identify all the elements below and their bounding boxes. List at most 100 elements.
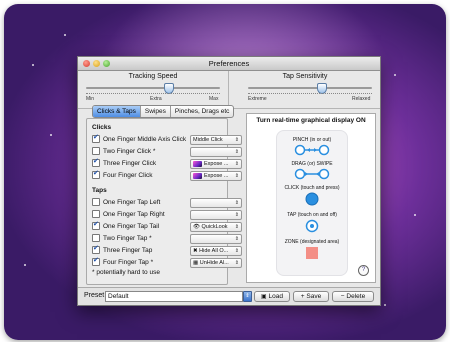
- taps-row[interactable]: One Finger Tap Right: [92, 209, 165, 219]
- popup-arrows-icon: ⇕: [234, 173, 239, 179]
- checkbox[interactable]: [92, 169, 100, 179]
- minimize-icon[interactable]: [93, 60, 100, 67]
- load-button[interactable]: ▣ Load: [254, 291, 290, 302]
- drag-icon: [294, 168, 330, 180]
- star: [384, 304, 386, 306]
- zone-swatch: [306, 247, 318, 259]
- expose-icon: [193, 172, 202, 179]
- row-label: Two Finger Click *: [103, 147, 156, 155]
- tab-bar: Clicks & Taps Swipes Pinches, Drags etc: [92, 105, 235, 118]
- preferences-window: Preferences Tracking Speed Min Extra Max…: [77, 56, 381, 306]
- click-icon: [305, 192, 319, 206]
- popup-arrows-icon: ⇕: [234, 149, 239, 155]
- zone-legend-label: ZONE (designated area): [284, 239, 340, 245]
- taps-row[interactable]: Three Finger Tap: [92, 244, 153, 255]
- star: [394, 74, 396, 76]
- checkbox[interactable]: [92, 157, 100, 167]
- action-popup[interactable]: ✖ Hide All O... ⇕: [190, 246, 242, 256]
- preset-bar: Preset Default ⇕ ▣ Load + Save − Delete: [78, 287, 380, 305]
- help-button[interactable]: ?: [358, 265, 369, 276]
- action-popup[interactable]: Expose ... ⇕: [190, 159, 242, 169]
- checkbox[interactable]: [92, 210, 100, 218]
- row-label: Four Finger Tap *: [103, 258, 154, 266]
- page-margin: [0, 342, 450, 352]
- action-popup[interactable]: ▦ UnHide Al... ⇕: [190, 258, 242, 268]
- taps-section-title: Taps: [92, 187, 107, 194]
- tracking-min-label: Min: [86, 96, 95, 102]
- popup-arrows-icon: ⇕: [234, 200, 239, 206]
- checkbox[interactable]: [92, 234, 100, 242]
- preset-select[interactable]: Default: [105, 291, 243, 302]
- hide-icon: ✖: [193, 248, 198, 254]
- clicks-section-title: Clicks: [92, 124, 112, 131]
- popup-arrows-icon: ⇕: [234, 236, 239, 242]
- popup-arrows-icon: ⇕: [234, 248, 239, 254]
- action-popup[interactable]: ⇕: [190, 147, 242, 157]
- action-popup[interactable]: 👁 QuickLook ⇕: [190, 222, 242, 232]
- checkbox[interactable]: [92, 244, 100, 254]
- action-popup[interactable]: ⇕: [190, 210, 242, 220]
- row-label: One Finger Tap Left: [103, 198, 161, 206]
- star: [24, 264, 26, 266]
- star: [50, 134, 52, 136]
- popup-value: Hide All O...: [199, 248, 229, 254]
- drag-legend-label: DRAG (or) SWIPE: [291, 161, 333, 167]
- taps-row[interactable]: Four Finger Tap *: [92, 256, 154, 267]
- tap-sensitivity-header: Tap Sensitivity: [282, 73, 328, 80]
- tracking-speed-slider[interactable]: [86, 83, 220, 94]
- popup-value: QuickLook: [201, 224, 228, 230]
- tab-swipes[interactable]: Swipes: [141, 106, 171, 117]
- popup-arrows-icon: ⇕: [234, 212, 239, 218]
- popup-value: Middle Click: [193, 137, 223, 143]
- popup-arrows-icon: ⇕: [234, 260, 239, 266]
- tracking-max-label: Max: [209, 96, 219, 102]
- checkbox[interactable]: [92, 198, 100, 206]
- tracking-extra-label: Extra: [150, 96, 162, 102]
- desktop-background: Preferences Tracking Speed Min Extra Max…: [4, 4, 446, 340]
- checkbox[interactable]: [92, 220, 100, 230]
- taps-row[interactable]: One Finger Tap Tail: [92, 220, 159, 231]
- row-label: Three Finger Tap: [103, 246, 153, 254]
- action-popup[interactable]: Expose ... ⇕: [190, 171, 242, 181]
- row-label: One Finger Middle Axis Click: [103, 135, 187, 143]
- close-icon[interactable]: [83, 60, 90, 67]
- taps-row[interactable]: One Finger Tap Left: [92, 197, 160, 207]
- checkbox[interactable]: [92, 147, 100, 155]
- row-label: One Finger Tap Right: [103, 210, 165, 218]
- action-popup[interactable]: ⇕: [190, 198, 242, 208]
- unhide-icon: ▦: [193, 260, 199, 266]
- popup-arrows-icon: ⇕: [234, 224, 239, 230]
- load-label: Load: [268, 293, 283, 300]
- clicks-row[interactable]: One Finger Middle Axis Click: [92, 133, 187, 144]
- tap-icon: [305, 219, 319, 233]
- tab-pinches-drags[interactable]: Pinches, Drags etc: [171, 106, 234, 117]
- checkbox[interactable]: [92, 256, 100, 266]
- tap-sensitivity-slider[interactable]: [248, 83, 372, 94]
- delete-button[interactable]: − Delete: [332, 291, 374, 302]
- checkbox[interactable]: [92, 133, 100, 143]
- title-bar[interactable]: Preferences: [78, 57, 380, 71]
- clicks-row[interactable]: Three Finger Click: [92, 157, 156, 168]
- popup-value: Expose ...: [204, 173, 229, 179]
- tap-extreme-label: Extreme: [248, 96, 267, 102]
- row-label: Four Finger Click: [103, 171, 153, 179]
- clicks-row[interactable]: Two Finger Click *: [92, 146, 155, 156]
- tap-relaxed-label: Relaxed: [352, 96, 371, 102]
- save-button[interactable]: + Save: [293, 291, 329, 302]
- action-popup[interactable]: ⇕: [190, 234, 242, 244]
- click-legend-label: CLICK (touch and press): [284, 185, 340, 191]
- tracking-speed-header: Tracking Speed: [128, 73, 178, 80]
- zoom-icon[interactable]: [103, 60, 110, 67]
- eye-icon: 👁: [193, 224, 200, 230]
- clicks-row[interactable]: Four Finger Click: [92, 169, 153, 180]
- preset-label: Preset: [84, 292, 105, 299]
- action-popup[interactable]: Middle Click ⇕: [190, 135, 242, 145]
- preset-dropdown-icon[interactable]: ⇕: [243, 291, 252, 302]
- display-toggle-title[interactable]: Turn real-time graphical display ON: [247, 117, 375, 124]
- folder-icon: ▣: [261, 293, 267, 300]
- row-label: Two Finger Tap *: [103, 234, 152, 242]
- taps-row[interactable]: Two Finger Tap *: [92, 233, 152, 243]
- trackpad-preview: PINCH (in or out) DRAG (or) SWIPE CLICK …: [276, 130, 348, 276]
- tab-clicks-taps[interactable]: Clicks & Taps: [93, 106, 141, 117]
- star: [64, 34, 66, 36]
